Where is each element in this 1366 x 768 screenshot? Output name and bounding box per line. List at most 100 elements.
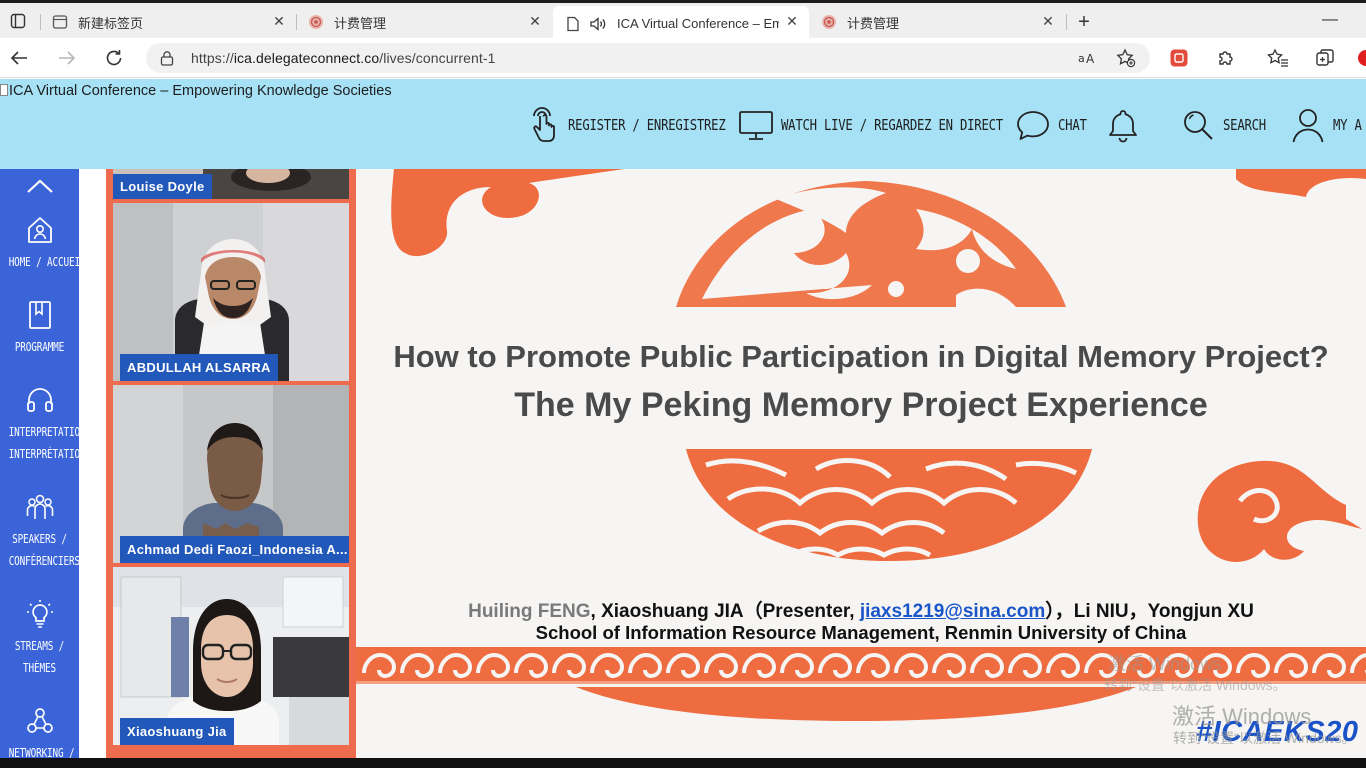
puzzle-piece-icon xyxy=(1219,51,1233,65)
nav-notifications[interactable] xyxy=(1104,105,1148,145)
favorites-button[interactable] xyxy=(1265,46,1291,70)
sidebar-item-label-2: THÈMES xyxy=(23,661,56,675)
extension-button-red[interactable] xyxy=(1166,46,1192,70)
site-title: ICA Virtual Conference – Empowering Know… xyxy=(9,83,392,99)
browser-toolbar: https://ica.delegateconnect.co/lives/con… xyxy=(0,38,1366,78)
sidebar-item-label: STREAMS / xyxy=(14,639,65,653)
nav-chat[interactable]: CHAT xyxy=(1014,105,1093,145)
touch-hand-icon xyxy=(524,106,562,144)
author-feng: Huiling FENG xyxy=(468,601,591,622)
refresh-button[interactable] xyxy=(101,46,127,70)
participant-name: ABDULLAH ALSARRA xyxy=(120,354,278,381)
booklet-icon xyxy=(28,301,51,329)
url-text: https://ica.delegateconnect.co/lives/con… xyxy=(191,50,496,66)
profile-avatar[interactable] xyxy=(1358,50,1366,66)
address-bar[interactable]: https://ica.delegateconnect.co/lives/con… xyxy=(146,43,1150,73)
sidebar-collapse-button[interactable] xyxy=(0,176,79,201)
speaker-audio-icon[interactable] xyxy=(589,16,607,32)
nav-search-label: SEARCH xyxy=(1223,116,1266,134)
tab-title: 新建标签页 xyxy=(78,15,144,31)
group-people-icon xyxy=(26,494,53,519)
sidebar-item-home[interactable]: HOME / ACCUEIL xyxy=(0,215,79,273)
read-aloud-icon: aA xyxy=(1078,52,1095,66)
lock-icon[interactable] xyxy=(160,50,174,66)
site-logo-alt-text[interactable]: ICA Virtual Conference – Empowering Know… xyxy=(0,83,392,99)
read-aloud-button[interactable]: aA xyxy=(1077,48,1099,68)
activation-watermark-hint: 转到"设置"以激活 Windows。 xyxy=(1104,677,1287,693)
favorites-star-list-icon xyxy=(1267,48,1288,67)
tab-close-button[interactable]: ✕ xyxy=(1039,12,1057,30)
tab-close-button[interactable]: ✕ xyxy=(783,12,801,30)
page-icon xyxy=(567,16,579,31)
star-add-icon xyxy=(1116,48,1136,68)
extensions-button[interactable] xyxy=(1213,46,1239,70)
participant-tile-achmad[interactable]: Achmad Dedi Faozi_Indonesia A... xyxy=(113,385,349,563)
sidebar-item-label: INTERPRETATION / xyxy=(8,425,79,439)
activation-watermark-text: 激活 Windows xyxy=(1108,654,1223,674)
new-tab-page-icon xyxy=(52,15,68,29)
presenter-email-link[interactable]: jiaxs1219@sina.com xyxy=(860,601,1045,622)
tab-close-button[interactable]: ✕ xyxy=(526,12,544,30)
broken-image-icon xyxy=(0,84,8,96)
nav-register[interactable]: REGISTER / ENREGISTREZ xyxy=(524,105,760,145)
billing-site-icon xyxy=(309,15,323,29)
back-button[interactable] xyxy=(6,46,32,70)
nav-watch-live-label: WATCH LIVE / REGARDEZ EN DIRECT xyxy=(781,116,1003,134)
author-rest: ），Li NIU，Yongjun XU xyxy=(1045,601,1254,622)
red-extension-icon xyxy=(1170,49,1188,67)
chat-bubble-icon xyxy=(1014,106,1052,144)
tab-close-button[interactable]: ✕ xyxy=(270,12,288,30)
sidebar-item-label: PROGRAMME xyxy=(14,340,65,354)
web-page: ICA Virtual Conference – Empowering Know… xyxy=(0,79,1366,768)
nav-my-account-label: MY A xyxy=(1333,116,1362,134)
arrow-left-icon xyxy=(10,51,27,65)
sidebar-item-label-2: INTERPRÉTATION xyxy=(8,447,79,461)
sidebar-item-interpretation[interactable]: INTERPRETATION / INTERPRÉTATION xyxy=(0,385,79,465)
svg-text:A: A xyxy=(1086,52,1095,66)
tab-billing-1[interactable]: 计费管理 ✕ xyxy=(296,6,552,38)
search-icon xyxy=(1179,106,1217,144)
tab-actions-button[interactable] xyxy=(0,6,36,36)
nav-search[interactable]: SEARCH xyxy=(1179,105,1275,145)
tab-billing-2[interactable]: 计费管理 ✕ xyxy=(809,6,1065,38)
taskbar-edge xyxy=(0,758,1366,768)
sidebar-item-programme[interactable]: PROGRAMME xyxy=(0,300,79,358)
participant-tile-louise-doyle[interactable]: Louise Doyle xyxy=(113,169,349,199)
lightbulb-icon xyxy=(26,600,53,628)
participant-tile-abdullah[interactable]: ABDULLAH ALSARRA xyxy=(113,203,349,381)
sidebar-item-streams[interactable]: STREAMS / THÈMES xyxy=(0,599,79,679)
author-jia-presenter: , Xiaoshuang JIA（Presenter, xyxy=(590,601,860,622)
tab-title: 计费管理 xyxy=(847,15,900,31)
sidebar-item-label: HOME / ACCUEIL xyxy=(8,255,79,269)
url-host: ica.delegateconnect.co xyxy=(233,50,380,66)
collections-icon xyxy=(1316,49,1334,66)
nav-watch-live[interactable]: WATCH LIVE / REGARDEZ EN DIRECT xyxy=(737,105,1052,145)
participant-tile-xiaoshuang[interactable]: Xiaoshuang Jia xyxy=(113,567,349,745)
participant-name: Louise Doyle xyxy=(113,174,212,199)
tab-ica-conference[interactable]: ICA Virtual Conference – Em ✕ xyxy=(553,6,809,41)
slide-affiliation: School of Information Resource Managemen… xyxy=(535,622,1187,643)
add-favorite-button[interactable] xyxy=(1115,48,1137,68)
new-tab-button[interactable]: + xyxy=(1072,11,1096,33)
chevron-up-icon xyxy=(26,179,53,193)
nav-chat-label: CHAT xyxy=(1058,116,1087,134)
activation-watermark-hint: 转到"设置"以激活 Windows。 xyxy=(1173,730,1356,746)
tab-new-tab[interactable]: 新建标签页 ✕ xyxy=(40,6,296,38)
activation-watermark-text: 激活 Windows xyxy=(1172,704,1312,729)
collections-button[interactable] xyxy=(1312,46,1338,70)
monitor-icon xyxy=(737,106,775,144)
nav-my-account[interactable]: MY A xyxy=(1289,105,1366,145)
sidebar-item-label: SPEAKERS / xyxy=(12,532,67,546)
home-user-icon xyxy=(27,217,52,243)
tab-separator xyxy=(1066,14,1067,30)
minimize-window-button[interactable]: — xyxy=(1318,11,1342,31)
sidebar-item-networking[interactable]: NETWORKING / xyxy=(0,706,79,764)
browser-tab-strip: 新建标签页 ✕ 计费管理 ✕ ICA Virtual Conference – … xyxy=(0,0,1366,41)
slide-title-line-1: How to Promote Public Participation in D… xyxy=(393,339,1329,374)
sidebar-item-speakers[interactable]: SPEAKERS / CONFÉRENCIERS xyxy=(0,492,79,572)
bell-icon xyxy=(1104,106,1142,144)
headphones-icon xyxy=(26,388,53,412)
slide-authors: Huiling FENG, Xiaoshuang JIA（Presenter, … xyxy=(356,596,1366,623)
nav-register-label: REGISTER / ENREGISTREZ xyxy=(568,116,726,134)
forward-button[interactable] xyxy=(54,46,80,70)
